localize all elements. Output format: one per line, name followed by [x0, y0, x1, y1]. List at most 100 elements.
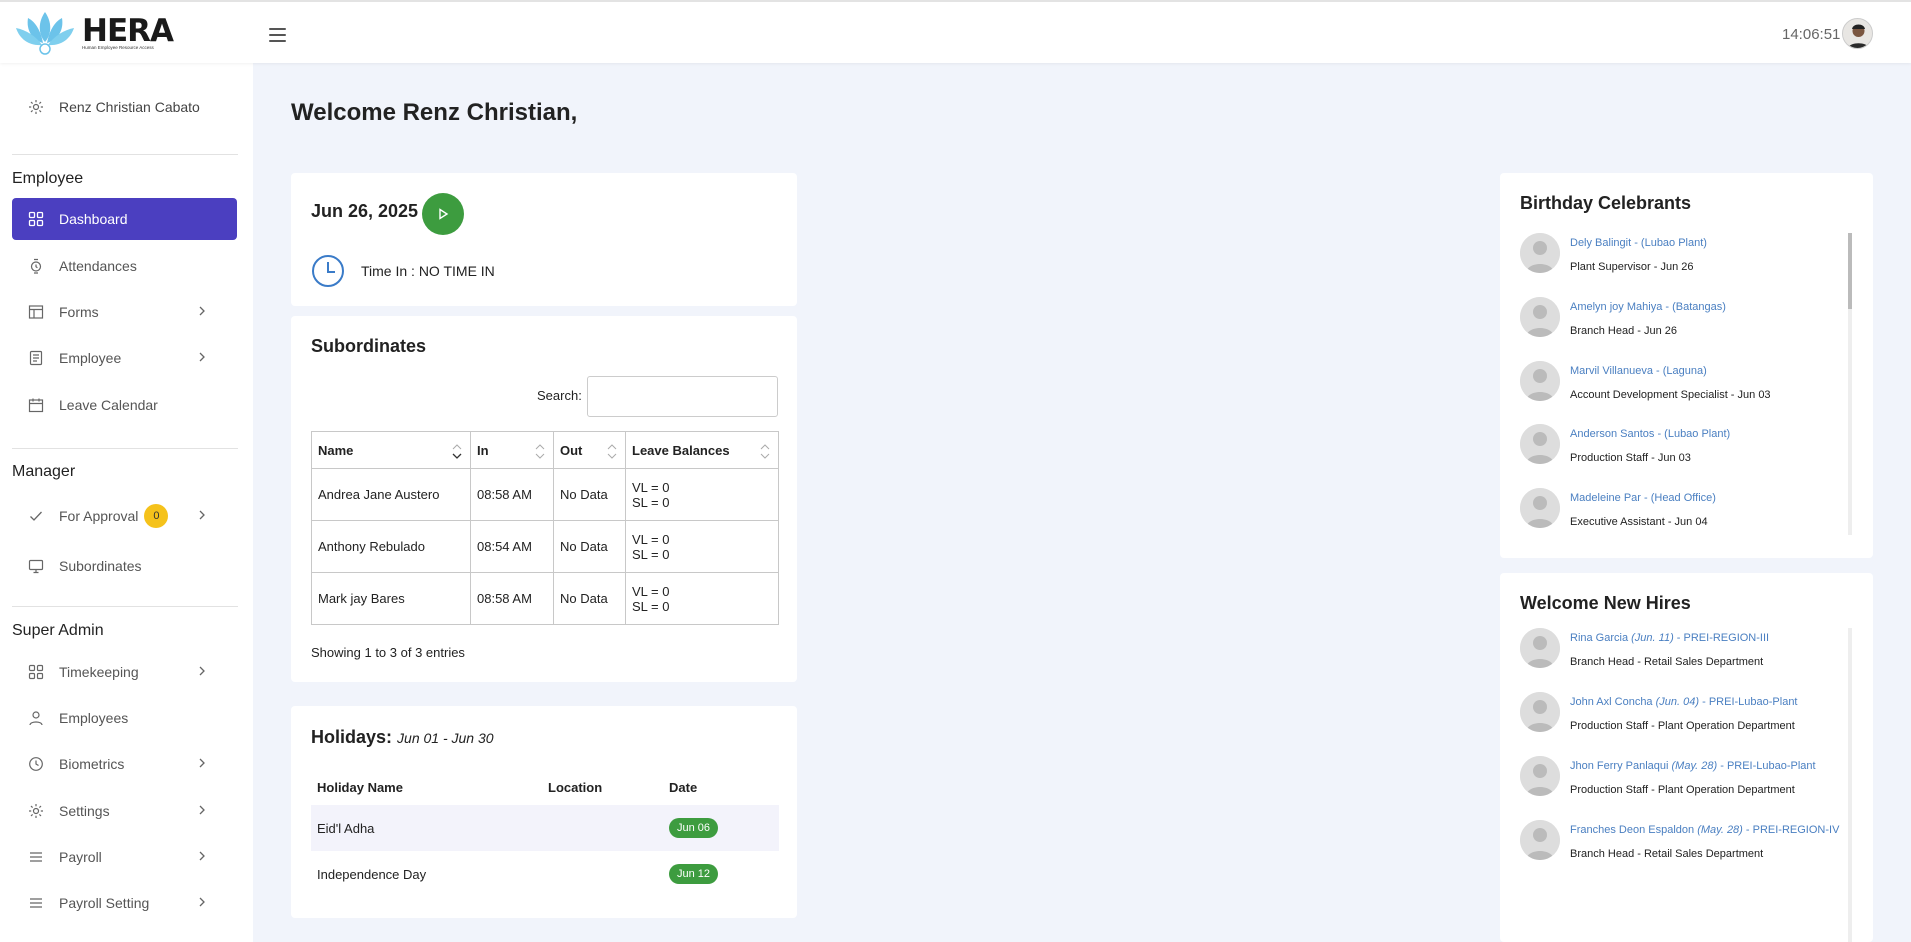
- sidebar-item-employee[interactable]: Employee: [12, 337, 237, 379]
- grid-icon: [28, 211, 44, 227]
- avatar-placeholder-icon: [1520, 756, 1560, 796]
- sidebar-item-for-approval[interactable]: For Approval 0: [12, 495, 237, 537]
- cell-out: No Data: [553, 520, 626, 573]
- sidebar-item-payroll[interactable]: Payroll: [12, 836, 237, 878]
- person-role: Production Staff - Jun 03: [1570, 452, 1691, 464]
- sidebar-item-label: Attendances: [59, 258, 137, 274]
- sidebar-user-name: Renz Christian Cabato: [59, 99, 200, 115]
- page-title: Welcome Renz Christian,: [291, 99, 578, 126]
- sort-desc-icon: [452, 444, 462, 459]
- cell-in: 08:58 AM: [470, 468, 554, 521]
- gear-icon: [29, 100, 43, 114]
- birthday-celebrants-card: Birthday Celebrants Dely Balingit - (Lub…: [1500, 173, 1873, 558]
- divider: [12, 606, 238, 607]
- sidebar-item-timekeeping[interactable]: Timekeeping: [12, 651, 237, 693]
- sidebar-item-dashboard[interactable]: Dashboard: [12, 198, 237, 240]
- person-link[interactable]: Dely Balingit - (Lubao Plant): [1570, 237, 1707, 249]
- lotus-logo-icon: [16, 12, 74, 55]
- sidebar-item-label: Payroll: [59, 849, 102, 865]
- chevron-right-icon: [199, 352, 205, 362]
- sidebar-item-leave-calendar[interactable]: Leave Calendar: [12, 384, 237, 426]
- search-input[interactable]: [587, 376, 778, 417]
- cell-name: Andrea Jane Austero: [311, 468, 471, 521]
- chevron-right-icon: [199, 758, 205, 768]
- column-header-name[interactable]: Name: [311, 431, 471, 469]
- sidebar-item-employees[interactable]: Employees: [12, 697, 237, 739]
- person-role: Branch Head - Retail Sales Department: [1570, 848, 1764, 860]
- table-row: Independence Day Jun 12: [311, 851, 779, 897]
- person-link[interactable]: Marvil Villanueva - (Laguna): [1570, 365, 1771, 377]
- avatar-placeholder-icon: [1520, 628, 1560, 668]
- column-header-leave-balances[interactable]: Leave Balances: [625, 431, 779, 469]
- column-header-date: Date: [669, 780, 698, 795]
- cell-out: No Data: [553, 572, 626, 625]
- sidebar-user[interactable]: Renz Christian Cabato: [28, 99, 200, 115]
- birthday-scrollbar[interactable]: [1848, 233, 1852, 535]
- sidebar-item-subordinates[interactable]: Subordinates: [12, 545, 237, 587]
- person-link[interactable]: Anderson Santos - (Lubao Plant): [1570, 428, 1730, 440]
- sidebar-item-payroll-setting[interactable]: Payroll Setting: [12, 882, 237, 924]
- sidebar-item-label: Biometrics: [59, 756, 125, 772]
- person-link[interactable]: Rina Garcia (Jun. 11) - PREI-REGION-III: [1570, 632, 1769, 644]
- sidebar-item-label: Timekeeping: [59, 664, 139, 680]
- holidays-title: Holidays: Jun 01 - Jun 30: [311, 727, 494, 747]
- time-in-text: Time In : NO TIME IN: [361, 263, 495, 279]
- new-hires-card: Welcome New Hires Rina Garcia (Jun. 11) …: [1500, 573, 1873, 942]
- time-in-button[interactable]: [422, 193, 464, 235]
- approval-count-badge: 0: [144, 504, 169, 528]
- sidebar-item-label: Employees: [59, 710, 129, 726]
- user-avatar[interactable]: [1842, 18, 1873, 49]
- current-date: Jun 26, 2025: [311, 201, 419, 221]
- person-link[interactable]: Jhon Ferry Panlaqui (May. 28) - PREI-Lub…: [1570, 760, 1816, 772]
- person-link[interactable]: Madeleine Par - (Head Office): [1570, 492, 1716, 504]
- column-header-out[interactable]: Out: [553, 431, 626, 469]
- person-link[interactable]: Franches Deon Espaldon (May. 28) - PREI-…: [1570, 824, 1839, 836]
- cell-holiday-name: Independence Day: [317, 866, 427, 882]
- section-employee: Employee: [12, 170, 84, 187]
- sidebar-item-forms[interactable]: Forms: [12, 291, 237, 333]
- calendar-icon: [28, 398, 44, 413]
- clock: 14:06:51: [1782, 26, 1841, 43]
- person-link[interactable]: John Axl Concha (Jun. 04) - PREI-Lubao-P…: [1570, 696, 1798, 708]
- sort-icon: [760, 444, 770, 459]
- clock-icon: [312, 255, 344, 287]
- lines-icon: [30, 852, 42, 862]
- person-role: Account Development Specialist - Jun 03: [1570, 389, 1771, 401]
- cell-name: Anthony Rebulado: [311, 520, 471, 573]
- new-hires-scrollbar[interactable]: [1848, 628, 1852, 942]
- holidays-range: Jun 01 - Jun 30: [397, 730, 494, 746]
- holidays-card: Holidays: Jun 01 - Jun 30 Holiday Name L…: [291, 706, 797, 918]
- sidebar-item-biometrics[interactable]: Biometrics: [12, 743, 237, 785]
- new-hires-title: Welcome New Hires: [1520, 593, 1691, 613]
- table-row: Anthony Rebulado 08:54 AM No Data VL = 0…: [311, 520, 779, 573]
- sidebar: Renz Christian Cabato Employee Dashboard…: [0, 63, 253, 942]
- column-header-in[interactable]: In: [470, 431, 554, 469]
- subordinates-title: Subordinates: [311, 336, 427, 356]
- sidebar-item-settings[interactable]: Settings: [12, 790, 237, 832]
- date-badge: Jun 12: [669, 864, 719, 884]
- sidebar-item-label: Dashboard: [59, 211, 128, 227]
- birthday-celebrants-title: Birthday Celebrants: [1520, 193, 1692, 213]
- cell-leave-balances: VL = 0 SL = 0: [625, 572, 779, 625]
- sidebar-item-attendances[interactable]: Attendances: [12, 245, 237, 287]
- column-header-holiday-name: Holiday Name: [317, 780, 403, 795]
- subordinates-card: Subordinates Search: Name In Out Leave B…: [291, 316, 797, 682]
- person-link[interactable]: Amelyn joy Mahiya - (Batangas): [1570, 301, 1726, 313]
- divider: [12, 154, 238, 155]
- hera-logo[interactable]: HERA Human Employee Resource Access: [14, 10, 174, 56]
- sidebar-item-label: Employee: [59, 350, 122, 366]
- watch-icon: [30, 258, 42, 274]
- chevron-right-icon: [199, 510, 205, 520]
- list-item: Madeleine Par - (Head Office) Executive A…: [1520, 488, 1716, 528]
- avatar-placeholder-icon: [1520, 297, 1560, 337]
- table-info: Showing 1 to 3 of 3 entries: [311, 645, 465, 660]
- chevron-right-icon: [199, 851, 205, 861]
- section-super-admin: Super Admin: [12, 622, 104, 639]
- cell-name: Mark jay Bares: [311, 572, 471, 625]
- scrollbar-thumb[interactable]: [1848, 233, 1852, 309]
- list-item: Jhon Ferry Panlaqui (May. 28) - PREI-Lub…: [1520, 756, 1816, 796]
- avatar-placeholder-icon: [1520, 233, 1560, 273]
- menu-toggle-button[interactable]: [269, 28, 287, 42]
- avatar-placeholder-icon: [1520, 488, 1560, 528]
- sort-icon: [607, 444, 617, 459]
